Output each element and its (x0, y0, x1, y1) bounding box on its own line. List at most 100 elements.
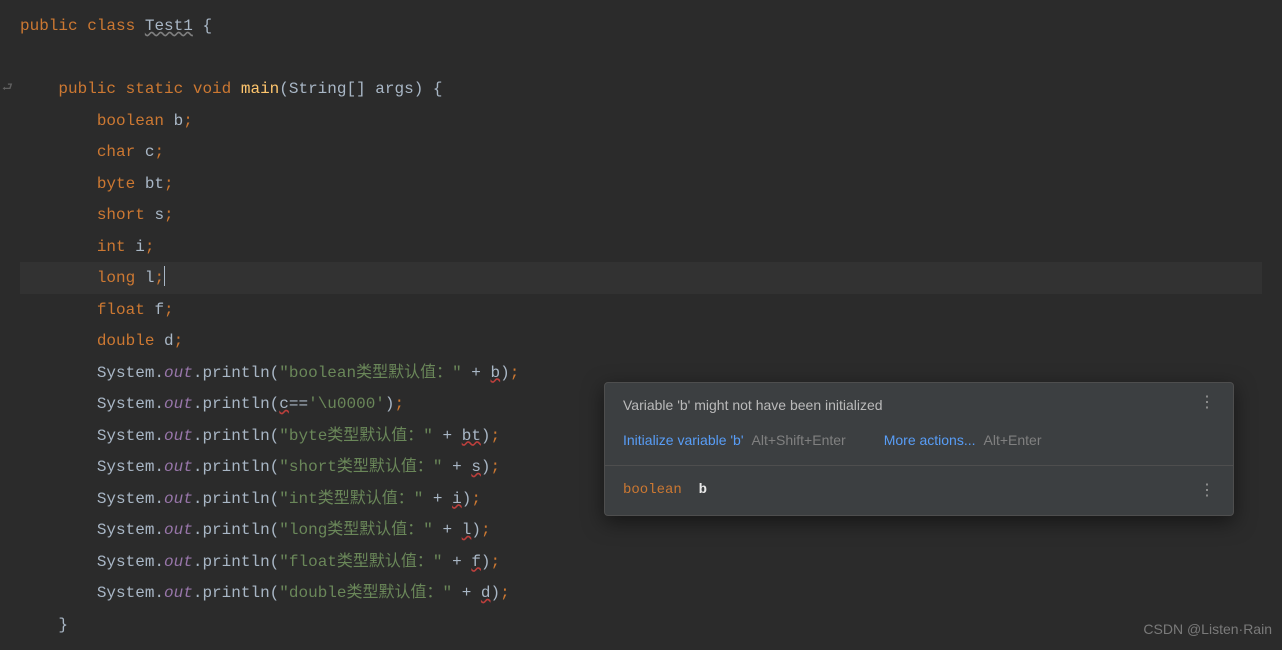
method-call: println (202, 458, 269, 476)
semicolon: ; (164, 301, 174, 319)
semicolon: ; (164, 206, 174, 224)
keyword-static: static (126, 80, 184, 98)
string-literal: "long类型默认值：" (279, 521, 433, 539)
string-literal: "float类型默认值：" (279, 553, 442, 571)
field-ref: out (164, 490, 193, 508)
var-ref-error: d (481, 584, 491, 602)
field-ref: out (164, 395, 193, 413)
field-ref: out (164, 364, 193, 382)
more-vert-icon[interactable]: ⋮ (1199, 395, 1215, 411)
var-name: s (154, 206, 164, 224)
code-line[interactable]: public class Test1 { (20, 10, 1262, 42)
semicolon: ; (174, 332, 184, 350)
params: (String[] args) { (279, 80, 442, 98)
method-call: println (202, 584, 269, 602)
char-literal: '\u0000' (308, 395, 385, 413)
class-ref: System (97, 395, 155, 413)
field-ref: out (164, 553, 193, 571)
semicolon: ; (154, 143, 164, 161)
var-name: c (145, 143, 155, 161)
string-literal: "int类型默认值：" (279, 490, 423, 508)
class-ref: System (97, 364, 155, 382)
brace-open: { (193, 17, 212, 35)
code-line[interactable]: public static void main(String[] args) { (20, 73, 1262, 105)
code-line[interactable]: } (20, 609, 1262, 641)
code-line[interactable]: float f; (20, 294, 1262, 326)
class-ref: System (97, 521, 155, 539)
class-ref: System (97, 458, 155, 476)
string-literal: "byte类型默认值：" (279, 427, 433, 445)
method-call: println (202, 427, 269, 445)
class-name: Test1 (145, 17, 193, 35)
run-gutter-icon[interactable]: ⮐ (2, 76, 13, 100)
more-vert-icon[interactable]: ⋮ (1199, 483, 1215, 499)
code-line[interactable]: char c; (20, 136, 1262, 168)
field-ref: out (164, 584, 193, 602)
doc-var: b (699, 482, 707, 498)
keyword-public: public (20, 17, 78, 35)
code-editor[interactable]: ⮐ public class Test1 { public static voi… (0, 0, 1282, 650)
method-call: println (202, 395, 269, 413)
text-cursor (164, 266, 165, 286)
class-ref: System (97, 584, 155, 602)
watermark: CSDN @Listen·Rain (1143, 621, 1272, 637)
class-ref: System (97, 553, 155, 571)
keyword-void: void (193, 80, 231, 98)
var-name: i (135, 238, 145, 256)
method-call: println (202, 553, 269, 571)
code-line[interactable]: System.out.println("float类型默认值：" + f); (20, 546, 1262, 578)
field-ref: out (164, 458, 193, 476)
var-name: b (174, 112, 184, 130)
code-line[interactable]: byte bt; (20, 168, 1262, 200)
var-name: d (164, 332, 174, 350)
method-call: println (202, 490, 269, 508)
var-ref-error: f (471, 553, 481, 571)
shortcut-hint: Alt+Shift+Enter (752, 430, 846, 451)
brace-close: } (58, 616, 68, 634)
class-ref: System (97, 427, 155, 445)
var-ref-error: i (452, 490, 462, 508)
quickfix-link[interactable]: Initialize variable 'b' (623, 430, 744, 451)
error-tooltip: Variable 'b' might not have been initial… (604, 382, 1234, 516)
var-ref-error: bt (462, 427, 481, 445)
method-name: main (241, 80, 279, 98)
type-keyword: int (97, 238, 126, 256)
string-literal: "short类型默认值：" (279, 458, 442, 476)
keyword-class: class (87, 17, 135, 35)
string-literal: "boolean类型默认值：" (279, 364, 461, 382)
code-line[interactable]: double d; (20, 325, 1262, 357)
var-name: bt (145, 175, 164, 193)
var-ref-error: b (491, 364, 501, 382)
more-actions-link[interactable]: More actions... (884, 430, 976, 451)
var-name: f (154, 301, 164, 319)
semicolon: ; (154, 269, 164, 287)
method-call: println (202, 521, 269, 539)
type-keyword: long (97, 269, 135, 287)
code-line-blank[interactable] (20, 42, 1262, 74)
error-message: Variable 'b' might not have been initial… (623, 395, 883, 416)
type-keyword: double (97, 332, 155, 350)
semicolon: ; (183, 112, 193, 130)
method-call: println (202, 364, 269, 382)
semicolon: ; (145, 238, 155, 256)
type-keyword: float (97, 301, 145, 319)
code-line[interactable]: boolean b; (20, 105, 1262, 137)
field-ref: out (164, 521, 193, 539)
var-ref-error: s (471, 458, 481, 476)
shortcut-hint: Alt+Enter (984, 430, 1042, 451)
code-line[interactable]: int i; (20, 231, 1262, 263)
doc-type: boolean (623, 482, 682, 498)
type-keyword: char (97, 143, 135, 161)
string-literal: "double类型默认值：" (279, 584, 452, 602)
type-keyword: short (97, 206, 145, 224)
code-line[interactable]: short s; (20, 199, 1262, 231)
code-line-current[interactable]: long l; (20, 262, 1262, 294)
quick-doc: boolean b ⋮ (605, 466, 1233, 515)
keyword-public: public (58, 80, 116, 98)
code-line[interactable]: System.out.println("double类型默认值：" + d); (20, 577, 1262, 609)
field-ref: out (164, 427, 193, 445)
class-ref: System (97, 490, 155, 508)
var-ref-error: c (279, 395, 289, 413)
code-line[interactable]: System.out.println("long类型默认值：" + l); (20, 514, 1262, 546)
var-ref-error: l (462, 521, 472, 539)
